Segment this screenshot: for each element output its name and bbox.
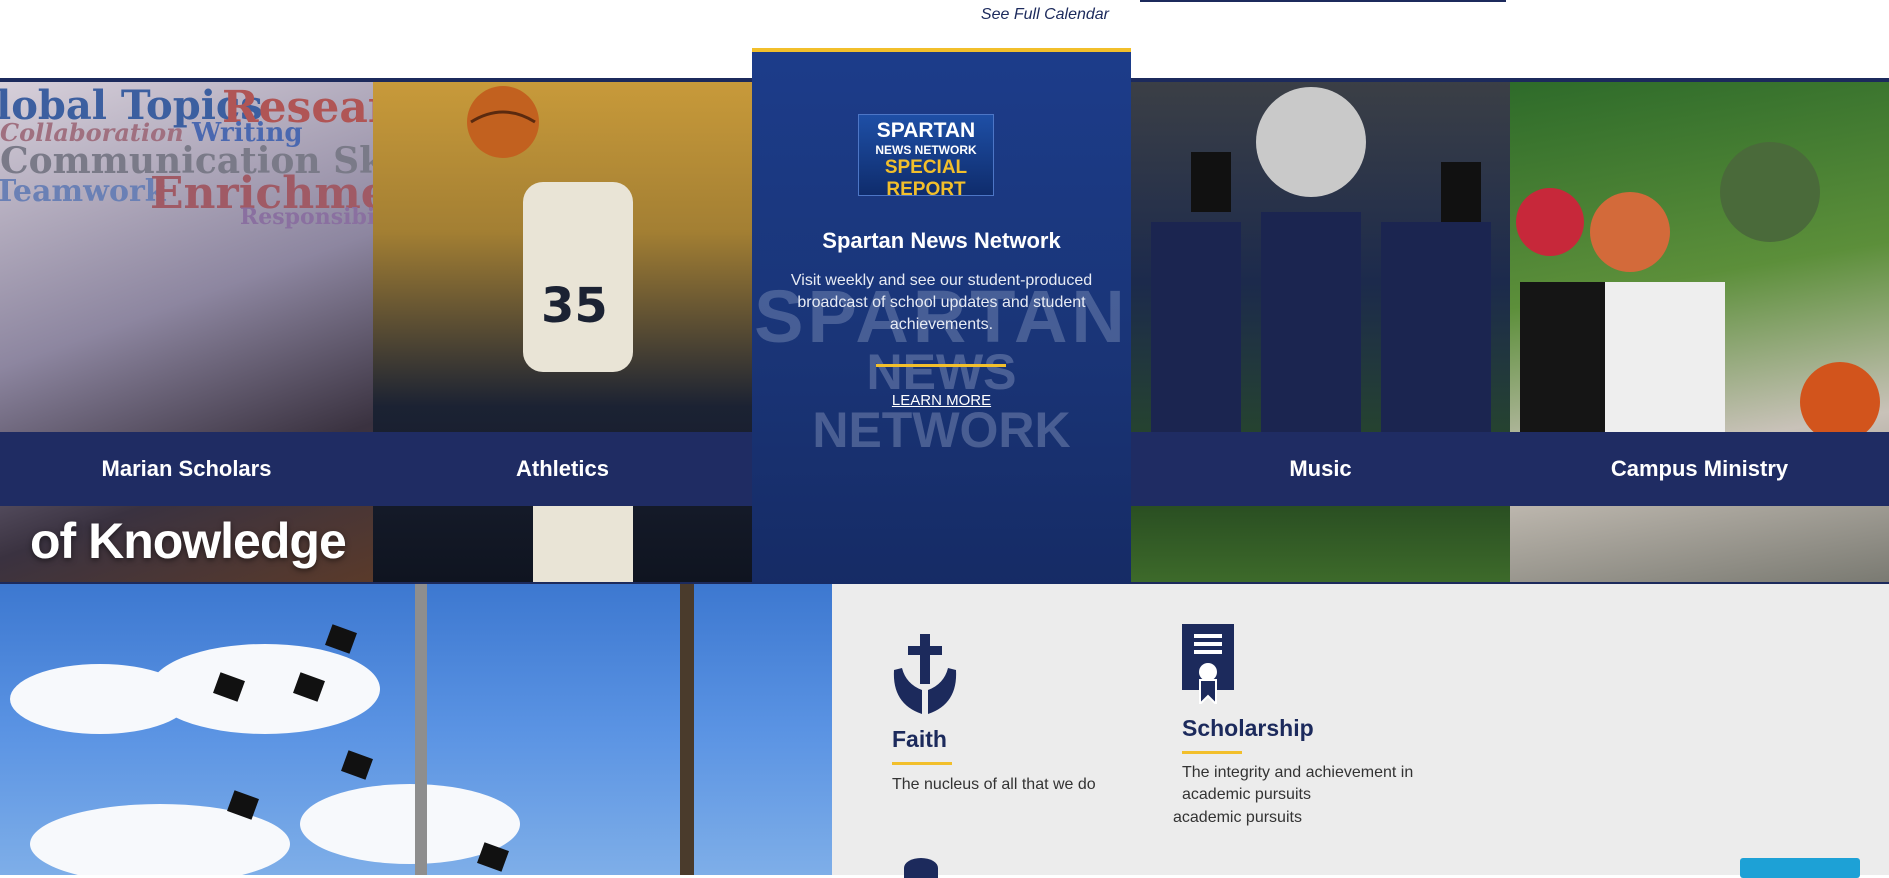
tile-athletics[interactable]: 35 Athletics bbox=[373, 82, 752, 582]
see-full-calendar-link[interactable]: See Full Calendar bbox=[981, 6, 1109, 24]
gold-divider bbox=[1182, 751, 1242, 754]
basketball-icon bbox=[467, 86, 539, 158]
gold-divider bbox=[892, 762, 952, 765]
tile-marian-scholars[interactable]: lobal Topics Research Collaboration Writ… bbox=[0, 82, 373, 582]
tile-label: Athletics bbox=[516, 456, 609, 481]
tile-caption-bar: Campus Ministry bbox=[1510, 432, 1889, 506]
next-button[interactable] bbox=[1740, 858, 1860, 878]
tile-label: Marian Scholars bbox=[101, 456, 272, 481]
certificate-icon bbox=[1182, 624, 1234, 704]
tile-label: Campus Ministry bbox=[1610, 456, 1789, 481]
grad-cap-icon bbox=[341, 750, 373, 780]
card-title: Spartan News Network bbox=[822, 228, 1061, 253]
logo-line: SPARTAN bbox=[876, 119, 976, 142]
gold-divider bbox=[876, 364, 1006, 367]
spartan-news-card[interactable]: SPARTAN NEWS NETWORK SPARTAN NEWS NETWOR… bbox=[752, 48, 1131, 618]
tile-caption-bar: Music bbox=[1131, 432, 1510, 506]
stray-text: academic pursuits bbox=[1173, 809, 1302, 826]
tuba-icon bbox=[1256, 87, 1366, 197]
gear-icon bbox=[904, 858, 938, 878]
image-overlay-text: of Knowledge bbox=[30, 513, 347, 569]
pillar-title: Scholarship bbox=[1182, 715, 1314, 741]
spartan-news-logo: SPARTAN NEWS NETWORK SPECIAL REPORT bbox=[858, 114, 994, 200]
tile-music[interactable]: Music bbox=[1131, 82, 1510, 582]
pillars-section: Faith The nucleus of all that we do Scho… bbox=[832, 584, 1889, 878]
pillar-description: The integrity and achievement in academi… bbox=[1182, 764, 1414, 803]
card-description: Visit weekly and see our student-produce… bbox=[790, 272, 1093, 333]
grad-cap-icon bbox=[325, 624, 357, 654]
tile-caption-bar: Marian Scholars bbox=[0, 432, 373, 506]
word-cloud-word: Teamwork bbox=[0, 174, 166, 209]
music-photo bbox=[1151, 87, 1491, 502]
graduation-photo bbox=[0, 584, 832, 875]
logo-line: NEWS NETWORK bbox=[875, 143, 977, 157]
athletics-photo: 35 bbox=[467, 86, 633, 582]
campus-ministry-photo bbox=[1516, 142, 1880, 442]
logo-line: SPECIAL REPORT bbox=[884, 157, 968, 200]
tile-label: Music bbox=[1289, 456, 1352, 481]
divider bbox=[1140, 0, 1506, 2]
pillar-title: Faith bbox=[892, 726, 947, 752]
cap-icon bbox=[1516, 188, 1584, 256]
learn-more-link[interactable]: LEARN MORE bbox=[752, 392, 1131, 409]
tile-caption-bar: Athletics bbox=[373, 432, 752, 506]
svg-text:35: 35 bbox=[541, 278, 608, 334]
word-cloud-word: Responsibility bbox=[240, 204, 373, 230]
tile-campus-ministry[interactable]: Campus Ministry bbox=[1510, 82, 1889, 582]
word-cloud-image: lobal Topics Research Collaboration Writ… bbox=[0, 82, 373, 232]
pillar-description: The nucleus of all that we do bbox=[892, 776, 1096, 793]
cross-hands-icon bbox=[893, 634, 957, 714]
grad-cap-icon bbox=[477, 842, 509, 872]
